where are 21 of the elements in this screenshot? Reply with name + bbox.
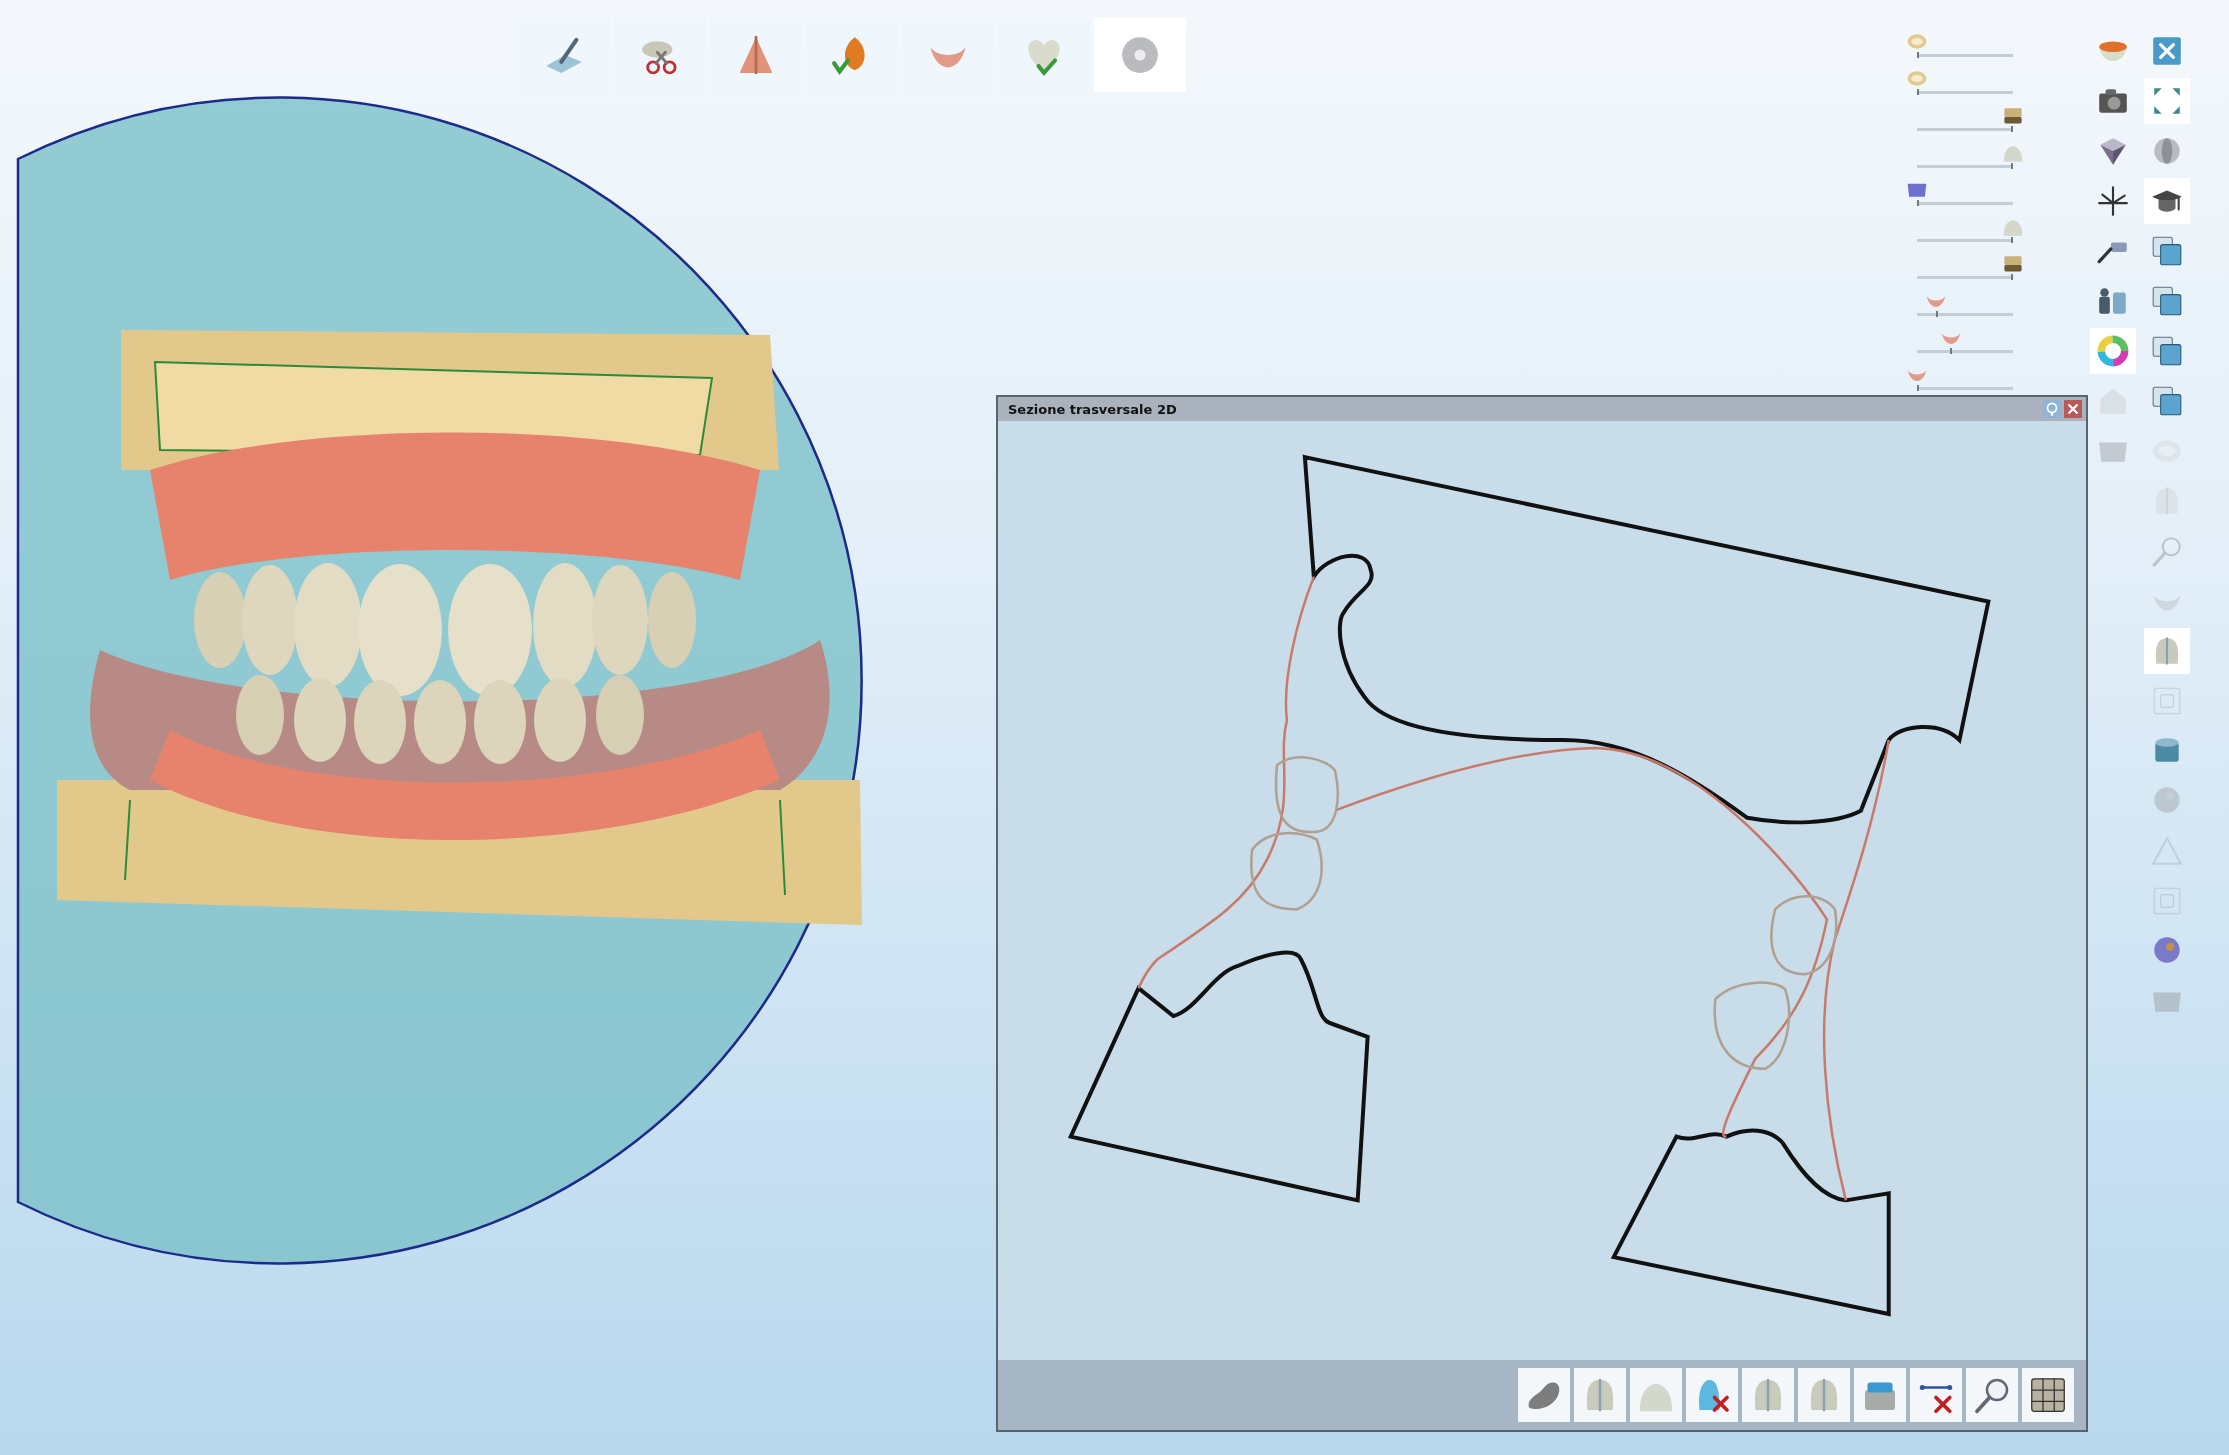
- slider-thumb[interactable]: [1935, 311, 1938, 317]
- section-tool-button[interactable]: [1686, 1368, 1738, 1422]
- windows-icon: [2150, 334, 2184, 368]
- axes-icon: [2096, 184, 2130, 218]
- grid-icon: [2028, 1375, 2068, 1415]
- close-icon[interactable]: [2064, 400, 2082, 418]
- windows-icon: [2150, 234, 2184, 268]
- windows-icon: [2150, 384, 2184, 418]
- window-title: Sezione trasversale 2D: [1008, 401, 1177, 417]
- slider-thumb[interactable]: [1949, 348, 1952, 354]
- section-tool-button[interactable]: [2022, 1368, 2074, 1422]
- close-icon: [2150, 34, 2184, 68]
- tool-button[interactable]: [1094, 18, 1186, 92]
- color-wheel-icon: [2096, 334, 2130, 368]
- windows-icon: [2150, 284, 2184, 318]
- side-tool-button[interactable]: [2144, 178, 2190, 224]
- help-icon[interactable]: [2043, 400, 2061, 418]
- warning-icon: [2150, 834, 2184, 868]
- search-icon: [2150, 534, 2184, 568]
- section-tool-button[interactable]: [1910, 1368, 1962, 1422]
- section-tool-button[interactable]: [1966, 1368, 2018, 1422]
